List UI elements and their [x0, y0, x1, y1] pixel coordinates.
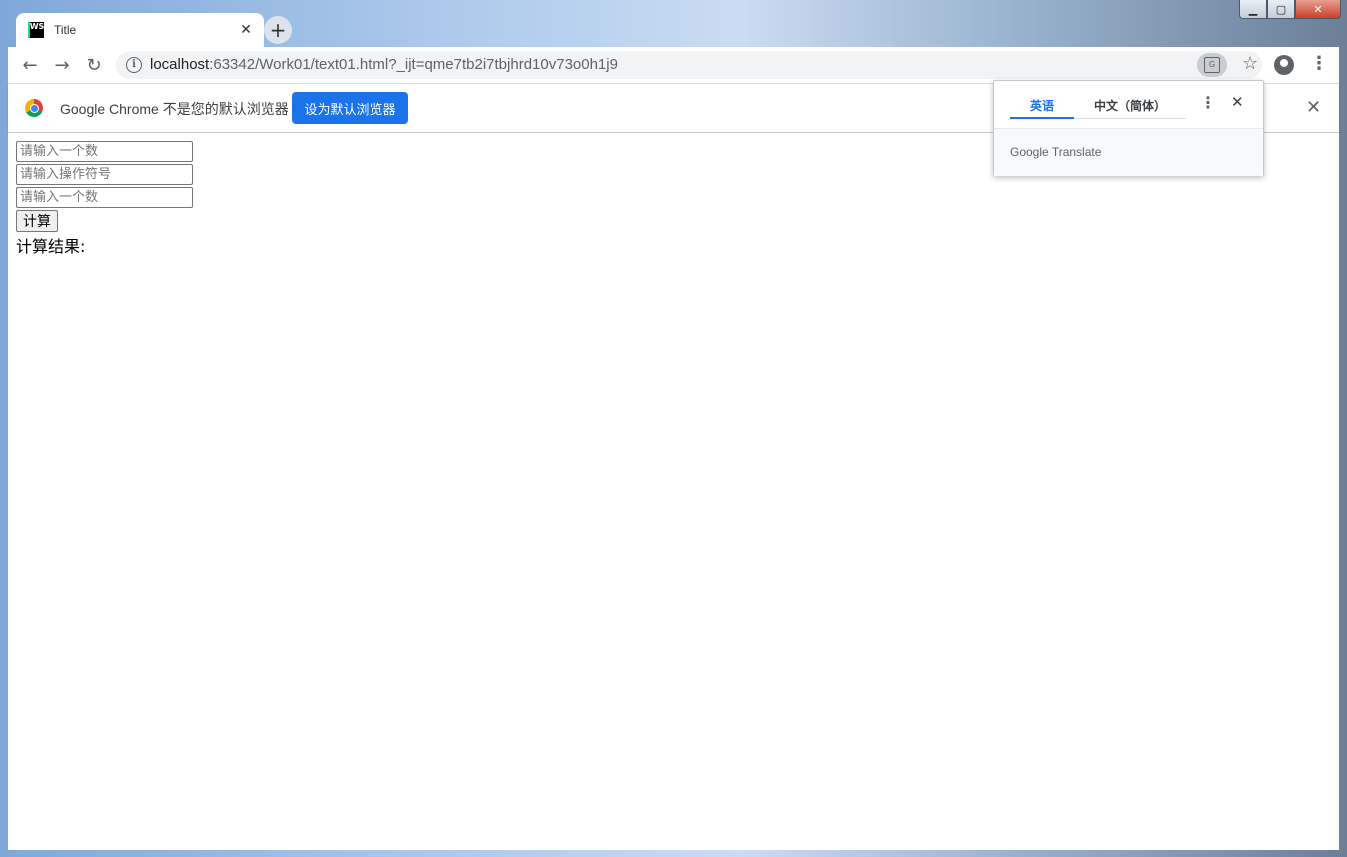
- infobar-message: Google Chrome 不是您的默认浏览器: [60, 101, 289, 117]
- back-arrow-icon[interactable]: ←: [18, 53, 42, 77]
- webstorm-favicon-icon: WS: [28, 22, 44, 38]
- translate-glyph: G: [1204, 57, 1220, 73]
- first-number-input[interactable]: [16, 141, 193, 162]
- url-path: :63342/Work01/text01.html?_ijt=qme7tb2i7…: [209, 56, 618, 73]
- brand-google: Google: [1010, 145, 1049, 159]
- browser-tab[interactable]: WS Title ✕: [16, 13, 264, 47]
- brand-translate: Translate: [1051, 145, 1102, 159]
- infobar-close-icon[interactable]: ✕: [1306, 97, 1321, 118]
- url-host: localhost: [150, 56, 210, 73]
- new-tab-button[interactable]: +: [264, 16, 292, 44]
- translate-icon[interactable]: G: [1197, 53, 1227, 77]
- chrome-logo-icon: [25, 99, 43, 117]
- active-tab-indicator: [1010, 117, 1074, 119]
- url-text[interactable]: localhost:63342/Work01/text01.html?_ijt=…: [150, 56, 618, 73]
- tab-strip: WS Title ✕ +: [8, 0, 1339, 47]
- info-icon[interactable]: i: [126, 57, 142, 73]
- page-content: 计算 计算结果:: [8, 133, 1339, 850]
- calculator-form: 计算 计算结果:: [16, 141, 193, 257]
- google-translate-logo: Google Translate: [1010, 145, 1101, 159]
- second-number-input[interactable]: [16, 187, 193, 208]
- calculate-button[interactable]: 计算: [16, 210, 58, 232]
- set-default-browser-button[interactable]: 设为默认浏览器: [292, 92, 408, 124]
- tab-divider: [1074, 118, 1186, 119]
- translate-footer: Google Translate: [994, 128, 1263, 176]
- reload-icon[interactable]: ↻: [82, 53, 106, 77]
- tab-close-icon[interactable]: ✕: [236, 22, 256, 38]
- tab-title: Title: [54, 23, 77, 37]
- account-avatar-icon[interactable]: [1274, 55, 1294, 75]
- translate-popup: 英语 中文（简体） ⋮ ✕ Google Translate: [993, 80, 1264, 176]
- translate-more-options-icon[interactable]: ⋮: [1200, 93, 1216, 112]
- tab-source-language[interactable]: 英语: [1030, 97, 1054, 114]
- browser-toolbar: ← → ↻ i localhost:63342/Work01/text01.ht…: [8, 47, 1339, 84]
- chrome-menu-icon[interactable]: ⋮: [1310, 53, 1328, 74]
- operator-input[interactable]: [16, 164, 193, 185]
- forward-arrow-icon[interactable]: →: [50, 53, 74, 77]
- bookmark-star-icon[interactable]: ☆: [1242, 53, 1258, 74]
- translate-close-icon[interactable]: ✕: [1231, 93, 1244, 111]
- result-label: 计算结果:: [16, 237, 86, 256]
- tab-target-language[interactable]: 中文（简体）: [1094, 97, 1166, 114]
- address-bar[interactable]: i localhost:63342/Work01/text01.html?_ij…: [116, 51, 1262, 79]
